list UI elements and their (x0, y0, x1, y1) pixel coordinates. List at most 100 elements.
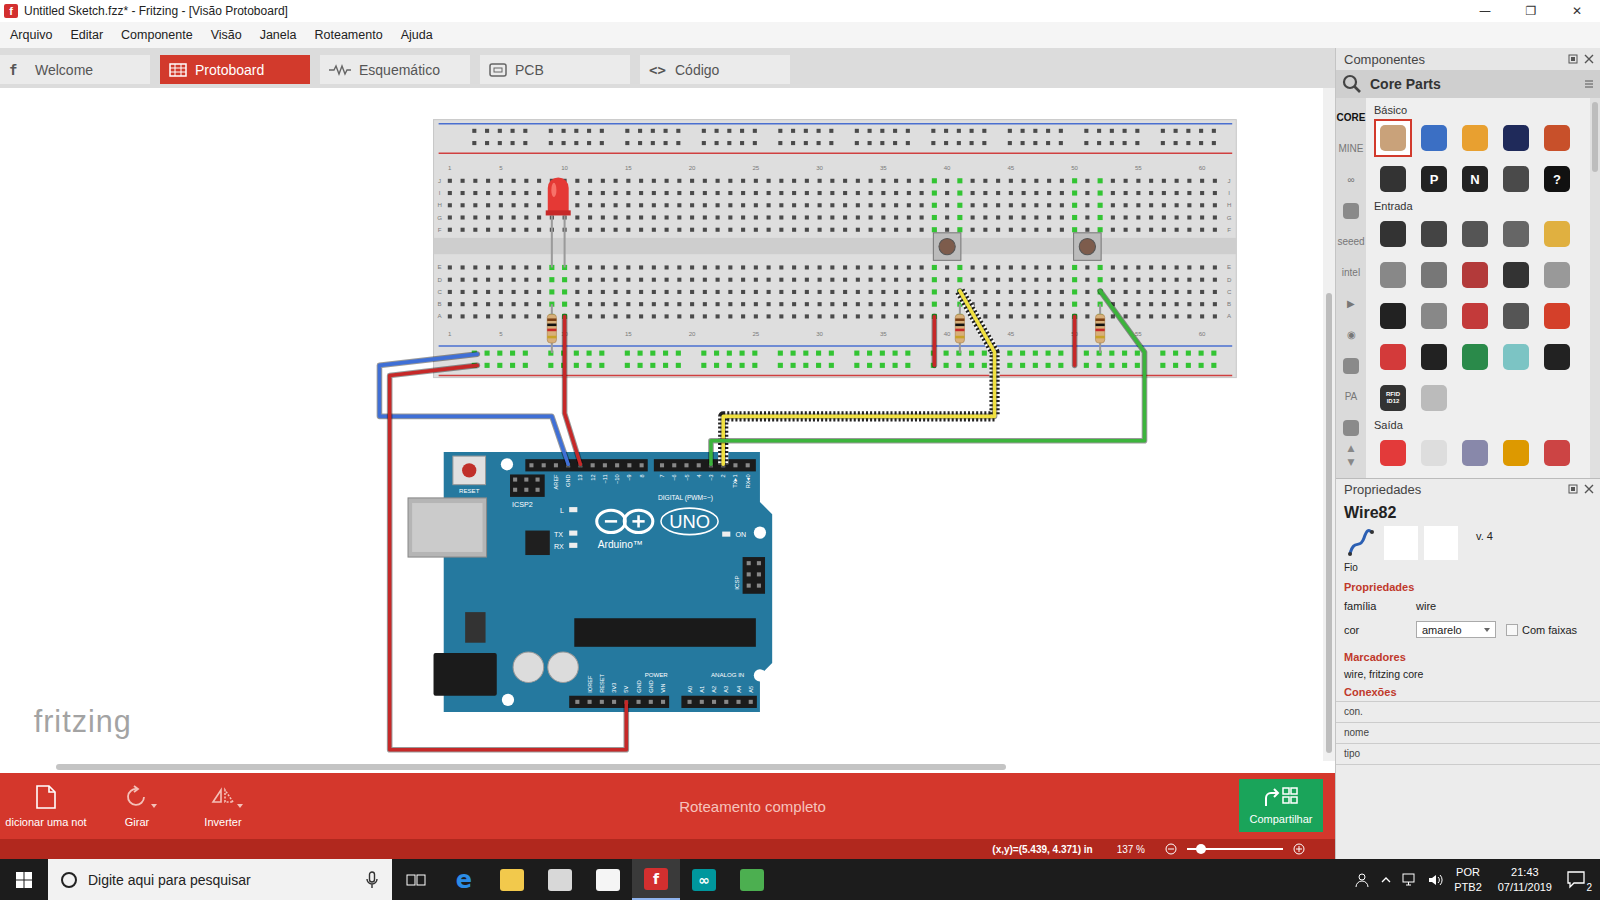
part-tile[interactable] (1374, 297, 1412, 335)
resistor[interactable] (1096, 304, 1105, 353)
bin-scroll-arrow[interactable]: ▼ (1348, 457, 1355, 471)
part-tile[interactable] (1415, 379, 1453, 417)
part-tile[interactable] (1456, 297, 1494, 335)
taskbar-app[interactable] (536, 859, 584, 900)
float-icon[interactable] (1568, 484, 1578, 494)
resistor[interactable] (547, 304, 556, 353)
share-button[interactable]: Compartilhar (1239, 779, 1323, 832)
wire[interactable] (565, 316, 581, 464)
part-tile[interactable] (1374, 434, 1412, 472)
view-tab[interactable]: <>Código (640, 55, 790, 84)
part-tile[interactable] (1374, 215, 1412, 253)
bin-tab[interactable] (1336, 412, 1366, 443)
part-tile[interactable] (1415, 338, 1453, 376)
window-control-button[interactable]: ❐ (1508, 0, 1554, 22)
bin-tab[interactable]: MINE (1336, 133, 1366, 164)
circuit-diagram[interactable]: 1510152025303540455055601510152025303540… (0, 88, 1323, 761)
part-tile[interactable] (1415, 434, 1453, 472)
taskbar-app[interactable]: f (632, 859, 680, 900)
breadboard[interactable]: 1510152025303540455055601510152025303540… (434, 120, 1237, 378)
menu-item[interactable]: Componente (112, 28, 202, 42)
close-icon[interactable] (1584, 484, 1594, 494)
show-hidden-icon[interactable] (1380, 875, 1392, 885)
part-tile[interactable] (1538, 434, 1576, 472)
part-tile[interactable] (1374, 256, 1412, 294)
part-tile[interactable] (1497, 256, 1535, 294)
part-tile[interactable]: RFID ID12 (1374, 379, 1412, 417)
part-tile[interactable] (1415, 256, 1453, 294)
banded-checkbox[interactable]: Com faixas (1506, 624, 1577, 636)
bin-tab[interactable]: seeed (1336, 226, 1366, 257)
view-tab[interactable]: fWelcome (0, 55, 150, 84)
toolbar-button[interactable]: Inverter (180, 773, 266, 839)
part-tile[interactable] (1538, 297, 1576, 335)
bin-tab[interactable]: CORE (1336, 102, 1366, 133)
parts-search[interactable]: Core Parts (1336, 70, 1600, 98)
bin-scroll-arrow[interactable]: ▲ (1348, 443, 1355, 457)
part-tile[interactable] (1538, 215, 1576, 253)
taskbar-app[interactable] (488, 859, 536, 900)
toolbar-button[interactable]: Girar (94, 773, 180, 839)
menu-item[interactable]: Visão (202, 28, 251, 42)
bin-menu-icon[interactable] (1584, 79, 1594, 89)
vertical-scrollbar[interactable] (1323, 88, 1335, 761)
window-control-button[interactable]: ✕ (1554, 0, 1600, 22)
part-tile[interactable] (1456, 119, 1494, 157)
start-button[interactable] (0, 859, 48, 900)
part-tile[interactable] (1456, 215, 1494, 253)
clock[interactable]: 21:4307/11/2019 (1498, 865, 1552, 895)
horizontal-scrollbar[interactable] (0, 761, 1335, 773)
bin-tab[interactable]: ▶ (1336, 288, 1366, 319)
part-tile[interactable] (1538, 119, 1576, 157)
part-tile[interactable] (1456, 434, 1494, 472)
part-tile[interactable] (1374, 338, 1412, 376)
part-tile[interactable] (1497, 215, 1535, 253)
taskbar-app[interactable]: ∞ (680, 859, 728, 900)
microphone-icon[interactable] (366, 871, 378, 889)
wire[interactable] (390, 365, 627, 749)
input-language[interactable]: PORPTB2 (1454, 865, 1482, 895)
part-tile[interactable]: ? (1538, 160, 1576, 198)
bin-tab[interactable]: ◉ (1336, 319, 1366, 350)
taskbar-app[interactable] (728, 859, 776, 900)
toolbar-button[interactable]: dicionar uma not (0, 773, 94, 839)
zoom-out-icon[interactable] (1165, 843, 1177, 855)
view-tab[interactable]: PCB (480, 55, 630, 84)
push-button[interactable] (1074, 233, 1102, 261)
resistor[interactable] (955, 304, 964, 353)
menu-item[interactable]: Roteamento (306, 28, 392, 42)
people-icon[interactable] (1354, 872, 1370, 888)
bin-tab[interactable]: PA (1336, 381, 1366, 412)
zoom-in-icon[interactable] (1293, 843, 1305, 855)
part-tile[interactable] (1456, 338, 1494, 376)
bin-tab[interactable] (1336, 350, 1366, 381)
action-center-button[interactable]: 2 (1562, 871, 1592, 889)
taskbar-search[interactable]: Digite aqui para pesquisar (48, 859, 392, 900)
breadboard-canvas[interactable]: 1510152025303540455055601510152025303540… (0, 88, 1323, 761)
part-tile[interactable] (1497, 338, 1535, 376)
view-tab[interactable]: Esquemático (320, 55, 470, 84)
network-icon[interactable] (1402, 873, 1418, 887)
part-tile[interactable] (1497, 297, 1535, 335)
part-tile[interactable] (1415, 215, 1453, 253)
part-tile[interactable] (1374, 119, 1412, 157)
red-led[interactable] (546, 177, 571, 267)
part-tile[interactable] (1456, 256, 1494, 294)
taskbar-app[interactable] (584, 859, 632, 900)
reset-button[interactable] (453, 456, 486, 485)
menu-item[interactable]: Janela (251, 28, 306, 42)
part-tile[interactable] (1538, 256, 1576, 294)
part-tile[interactable]: N (1456, 160, 1494, 198)
menu-item[interactable]: Editar (61, 28, 112, 42)
menu-item[interactable]: Arquivo (1, 28, 61, 42)
push-button[interactable] (933, 233, 961, 261)
part-tile[interactable]: P (1415, 160, 1453, 198)
taskbar-app[interactable]: e (440, 859, 488, 900)
volume-icon[interactable] (1428, 873, 1444, 887)
menu-item[interactable]: Ajuda (392, 28, 442, 42)
search-icon[interactable] (1342, 74, 1362, 94)
float-icon[interactable] (1568, 54, 1578, 64)
close-icon[interactable] (1584, 54, 1594, 64)
wire[interactable] (934, 316, 935, 365)
color-dropdown[interactable]: amarelo (1416, 621, 1496, 638)
